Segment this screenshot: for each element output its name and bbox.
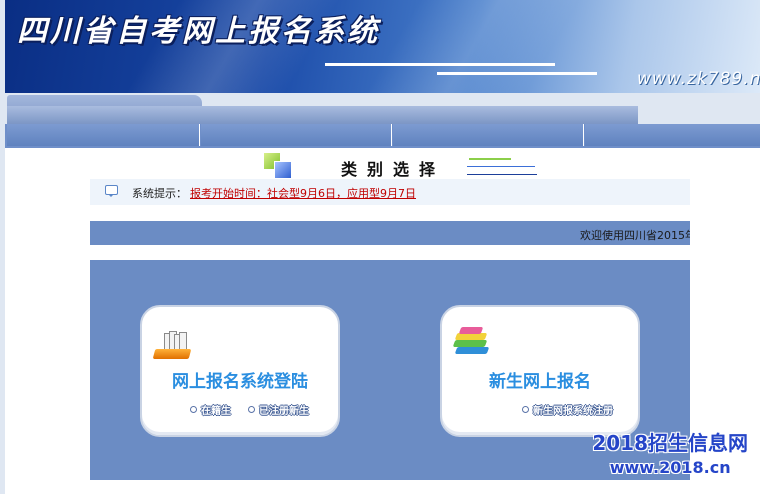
bullet-icon: [522, 406, 529, 413]
category-title: 类别选择: [341, 160, 446, 179]
nav-menu: [5, 124, 760, 148]
nav-top-bar: [5, 93, 760, 124]
notice-message-link[interactable]: 报考开始时间：社会型9月6日，应用型9月7日: [190, 185, 416, 201]
banner-url: www.zk789.ne: [637, 69, 760, 89]
watermark-line2: www.2018.cn: [609, 458, 731, 477]
registry-folder-icon: [152, 331, 194, 361]
registered-new-student-link[interactable]: 已注册新生: [248, 402, 309, 417]
watermark: 2018招生信息网 www.2018.cn: [592, 427, 748, 477]
login-card[interactable]: 网上报名系统登陆 在籍生 已注册新生: [140, 305, 340, 437]
notice-label: 系统提示：: [132, 187, 187, 200]
banner-title: 四川省自考网上报名系统: [17, 14, 380, 49]
nav-menu-item[interactable]: [585, 124, 760, 146]
enrolled-student-link[interactable]: 在籍生: [190, 402, 231, 417]
new-student-register-link[interactable]: 新生网报系统注册: [522, 402, 613, 417]
nav-menu-item[interactable]: [7, 124, 200, 146]
system-notice: 系统提示： 报考开始时间：社会型9月6日，应用型9月7日: [90, 179, 690, 205]
new-student-card[interactable]: 新生网上报名 新生网报系统注册: [440, 305, 640, 437]
login-card-title[interactable]: 网上报名系统登陆: [142, 367, 338, 392]
category-cubes-icon: [264, 153, 294, 179]
welcome-marquee-text: 欢迎使用四川省2015年: [580, 229, 690, 242]
nav-strip: [7, 106, 638, 124]
category-decoration: [467, 158, 537, 176]
page-frame: 四川省自考网上报名系统 www.zk789.ne 类别选择 系统提示： 报考开始…: [5, 0, 760, 494]
speech-bubble-icon: [105, 185, 119, 197]
books-stack-icon: [450, 327, 492, 359]
watermark-line1: 2018招生信息网: [592, 431, 748, 455]
nav-menu-item[interactable]: [393, 124, 584, 146]
banner-line: [325, 63, 555, 66]
nav-menu-item[interactable]: [201, 124, 392, 146]
header-banner: 四川省自考网上报名系统 www.zk789.ne: [5, 0, 760, 93]
bullet-icon: [248, 406, 255, 413]
banner-line: [437, 72, 597, 75]
bullet-icon: [190, 406, 197, 413]
welcome-bar: 欢迎使用四川省2015年: [90, 221, 690, 245]
new-student-card-title[interactable]: 新生网上报名: [442, 367, 638, 392]
